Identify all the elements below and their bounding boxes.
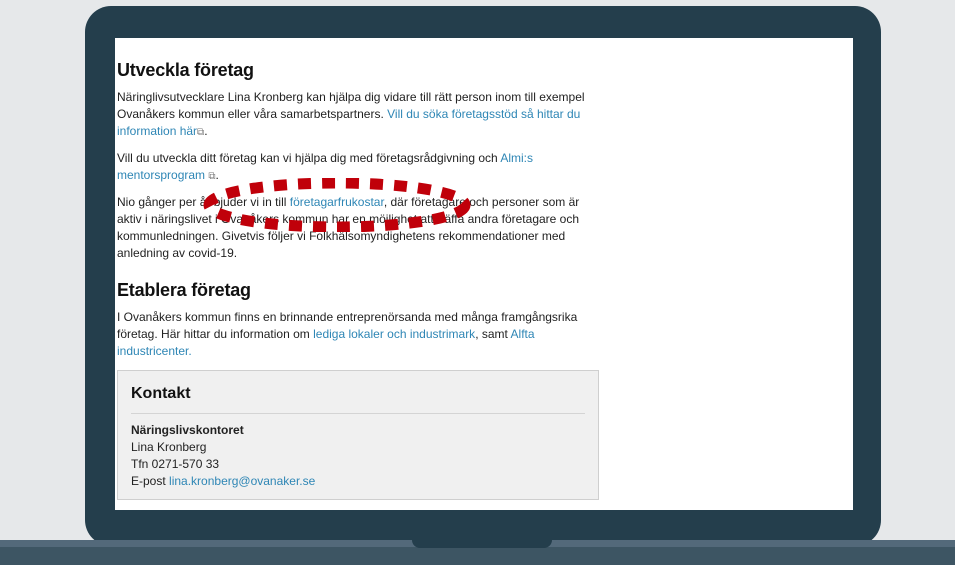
contact-name: Lina Kronberg xyxy=(131,440,207,454)
paragraph-3-text-a: Nio gånger per år bjuder vi in till xyxy=(117,195,287,209)
paragraph-4: I Ovanåkers kommun finns en brinnande en… xyxy=(117,309,605,360)
heading-etablera: Etablera företag xyxy=(117,280,251,300)
contact-divider xyxy=(131,413,585,414)
paragraph-2-text: Vill du utveckla ditt företag kan vi hjä… xyxy=(117,151,498,165)
contact-office: Näringslivskontoret xyxy=(131,423,244,437)
contact-box: Kontakt Näringslivskontoret Lina Kronber… xyxy=(117,370,599,500)
contact-heading: Kontakt xyxy=(131,385,191,402)
page-content: Utveckla företag Näringlivsutvecklare Li… xyxy=(117,60,605,369)
laptop-notch xyxy=(412,540,552,548)
heading-utveckla: Utveckla företag xyxy=(117,60,254,80)
link-foretagarfrukostar[interactable]: företagarfrukostar xyxy=(290,195,384,209)
contact-phone: Tfn 0271-570 33 xyxy=(131,457,220,471)
contact-email-line: E-post lina.kronberg@ovanaker.se xyxy=(131,473,598,490)
paragraph-4-text-b: , samt xyxy=(475,327,508,341)
paragraph-3: Nio gånger per år bjuder vi in till före… xyxy=(117,194,605,262)
external-link-icon: ⧉ xyxy=(208,171,216,182)
paragraph-2: Vill du utveckla ditt företag kan vi hjä… xyxy=(117,151,534,182)
contact-email-link[interactable]: lina.kronberg@ovanaker.se xyxy=(169,474,315,488)
contact-email-label: E-post xyxy=(131,474,166,488)
paragraph-1: Näringlivsutvecklare Lina Kronberg kan h… xyxy=(117,90,585,138)
external-link-icon: ⧉ xyxy=(197,127,205,138)
link-lediga-lokaler[interactable]: lediga lokaler och industrimark xyxy=(313,327,475,341)
laptop-screen: Utveckla företag Näringlivsutvecklare Li… xyxy=(115,38,853,510)
